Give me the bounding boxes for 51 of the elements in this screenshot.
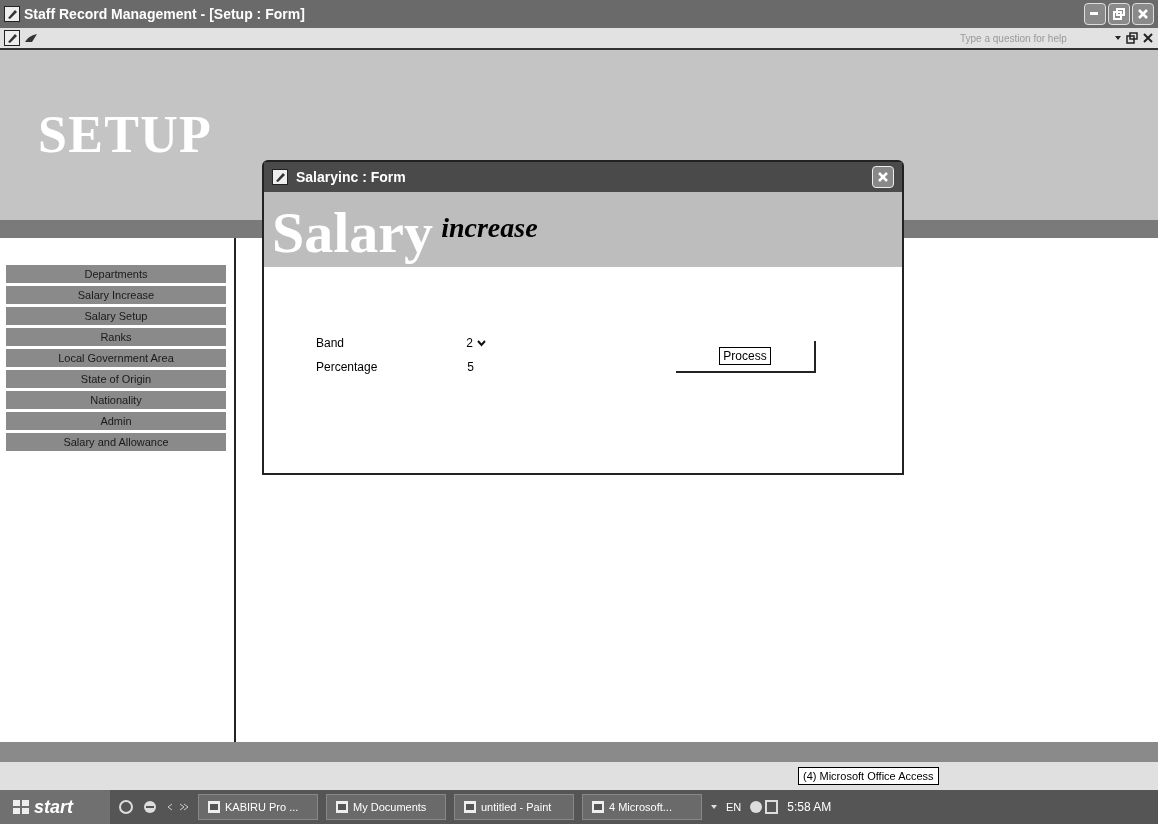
caret-icon — [710, 804, 718, 810]
form-icon — [272, 169, 288, 185]
percentage-field[interactable]: 5 — [426, 358, 474, 376]
window-icon — [335, 800, 349, 814]
sidebar-button[interactable]: Salary Increase — [6, 286, 226, 304]
field-label: Percentage — [316, 359, 379, 376]
sidebar-button[interactable]: Admin — [6, 412, 226, 430]
field-label: Band — [316, 335, 346, 352]
close-icon — [1142, 32, 1154, 44]
restore-button[interactable] — [1108, 3, 1130, 25]
sidebar-button[interactable]: Ranks — [6, 328, 226, 346]
minimize-button[interactable] — [1084, 3, 1106, 25]
taskbar-button[interactable]: 4 Microsoft... — [582, 794, 702, 820]
minimize-icon — [1090, 12, 1100, 16]
increase-heading: increase — [441, 211, 538, 245]
window-icon — [207, 800, 221, 814]
restore-icon — [1126, 32, 1138, 44]
chevron-down-icon — [477, 339, 486, 347]
chevron-icon[interactable] — [166, 801, 190, 813]
sidebar-button[interactable]: Nationality — [6, 391, 226, 409]
window-icon — [463, 800, 477, 814]
tray-icon — [749, 799, 780, 815]
caret-icon — [1114, 35, 1122, 41]
restore-icon — [1113, 8, 1125, 20]
help-search-field[interactable]: Type a question for help — [960, 30, 1110, 46]
setup-title: SETUP — [38, 105, 213, 165]
windows-logo-icon — [12, 799, 30, 815]
close-button[interactable] — [1132, 3, 1154, 25]
band-dropdown[interactable]: 2 — [426, 334, 486, 352]
salary-heading: Salary — [272, 203, 434, 263]
process-button[interactable]: Process — [719, 347, 771, 365]
close-button[interactable] — [872, 166, 894, 188]
app-icon — [4, 6, 20, 22]
close-icon — [1137, 8, 1149, 20]
sidebar-button[interactable]: Salary and Allowance — [6, 433, 226, 451]
sidebar-button[interactable]: State of Origin — [6, 370, 226, 388]
taskbar-button[interactable]: My Documents — [326, 794, 446, 820]
dialog-title: Salaryinc : Form — [296, 167, 406, 187]
tooltip: (4) Microsoft Office Access — [798, 766, 939, 786]
taskbar-button[interactable]: untitled - Paint — [454, 794, 574, 820]
sidebar-button[interactable]: Salary Setup — [6, 307, 226, 325]
sidebar-button[interactable]: Local Government Area — [6, 349, 226, 367]
brush-icon[interactable] — [24, 32, 38, 44]
sidebar-button[interactable]: Departments — [6, 265, 226, 283]
taskbar-button[interactable]: KABIRU Pro ... — [198, 794, 318, 820]
window-title: Staff Record Management - [Setup : Form] — [24, 4, 305, 24]
language-indicator[interactable]: EN — [726, 798, 742, 816]
clock: 5:58 AM — [787, 799, 832, 816]
window-icon — [591, 800, 605, 814]
start-button[interactable]: start — [0, 790, 110, 824]
close-icon — [877, 171, 889, 183]
